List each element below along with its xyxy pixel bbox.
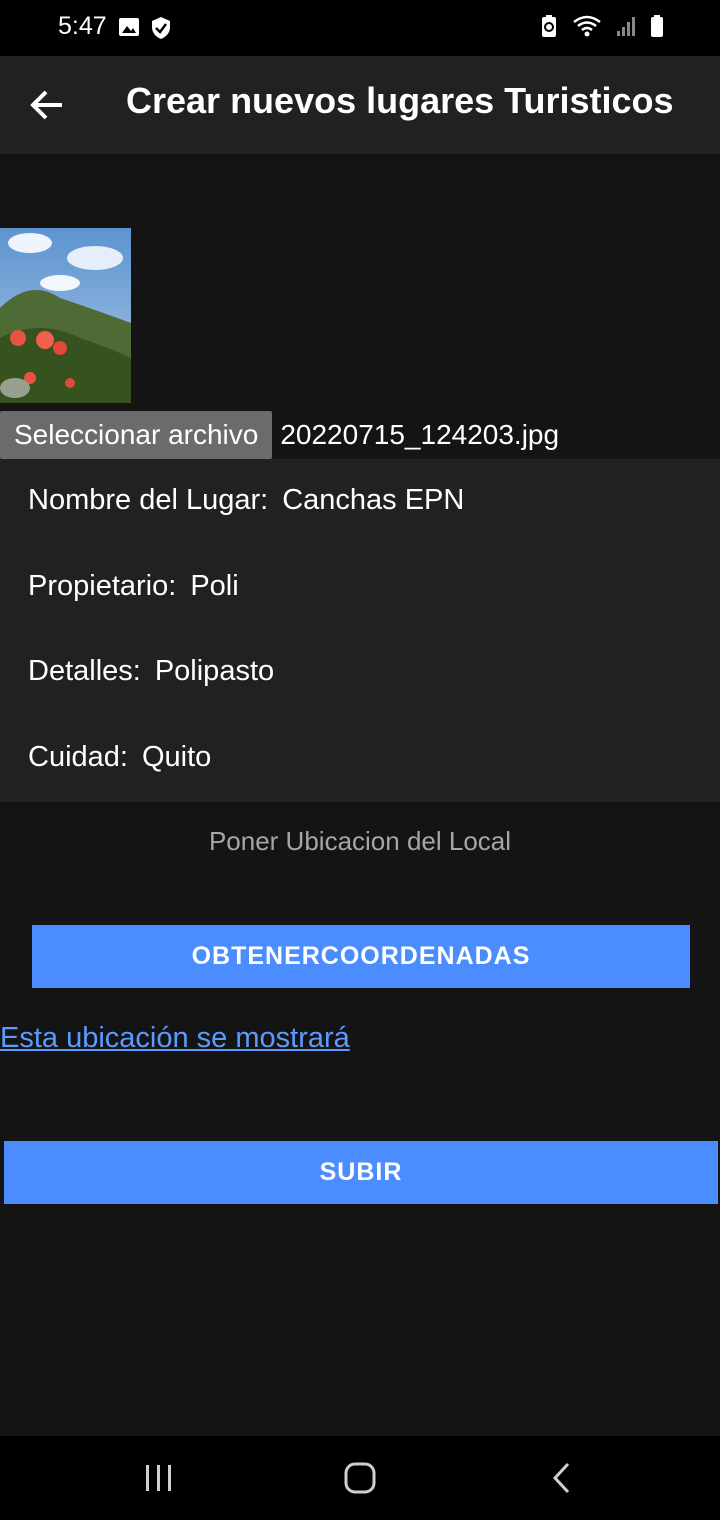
signal-icon [617, 17, 635, 36]
page-title: Crear nuevos lugares Turisticos [126, 80, 674, 121]
wifi-icon [573, 15, 601, 37]
nav-back-button[interactable] [540, 1456, 584, 1500]
select-file-button[interactable]: Seleccionar archivo [0, 411, 273, 459]
field-details[interactable]: Detalles: Polipasto [28, 649, 274, 693]
field-label: Propietario: [28, 569, 177, 602]
field-label: Nombre del Lugar: [28, 483, 269, 516]
home-button[interactable] [338, 1456, 382, 1500]
status-right-icons [540, 14, 664, 38]
location-link[interactable]: Esta ubicación se mostrará [0, 1022, 350, 1055]
field-value[interactable]: Polipasto [155, 655, 274, 688]
app-bar: Crear nuevos lugares Turisticos [0, 56, 720, 154]
back-icon [552, 1462, 570, 1494]
status-time: 5:47 [58, 12, 107, 40]
arrow-left-icon [30, 90, 62, 120]
location-hint: Poner Ubicacion del Local [208, 826, 512, 856]
field-label: Detalles: [28, 654, 141, 687]
recent-apps-icon [146, 1465, 171, 1491]
field-city[interactable]: Cuidad: Quito [28, 735, 211, 779]
place-details-form: Nombre del Lugar: Canchas EPN Propietari… [0, 459, 720, 802]
get-coordinates-button[interactable]: OBTENERCOORDENADAS [32, 925, 690, 988]
image-icon [119, 18, 139, 36]
status-bar: 5:47 [0, 0, 720, 56]
field-value[interactable]: Quito [142, 741, 211, 774]
field-label: Cuidad: [28, 740, 128, 773]
field-value[interactable]: Canchas EPN [282, 484, 464, 517]
shield-check-icon [152, 17, 170, 39]
field-value[interactable]: Poli [190, 570, 238, 603]
battery-saver-icon [542, 15, 556, 37]
field-owner[interactable]: Propietario: Poli [28, 564, 239, 608]
selected-file-name: 20220715_124203.jpg [280, 419, 560, 450]
field-place-name[interactable]: Nombre del Lugar: Canchas EPN [28, 478, 464, 522]
submit-button[interactable]: SUBIR [4, 1141, 718, 1204]
home-icon [344, 1462, 376, 1494]
selected-image-thumbnail [0, 228, 131, 403]
recent-apps-button[interactable] [137, 1456, 181, 1500]
status-left-icons [118, 16, 172, 40]
back-button[interactable] [28, 85, 68, 125]
battery-icon [651, 15, 663, 37]
navigation-bar [0, 1436, 720, 1520]
file-picker: Seleccionar archivo 20220715_124203.jpg [0, 411, 559, 459]
